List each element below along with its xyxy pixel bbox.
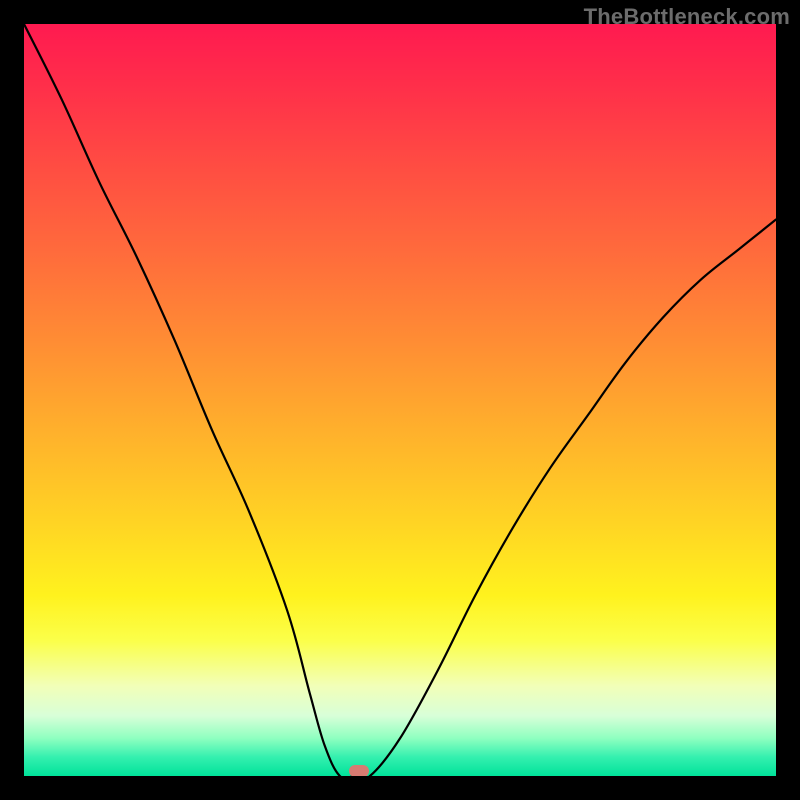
chart-frame: TheBottleneck.com — [0, 0, 800, 800]
bottleneck-curve — [24, 24, 776, 776]
optimum-marker — [349, 765, 369, 776]
plot-area — [24, 24, 776, 776]
watermark-text: TheBottleneck.com — [584, 4, 790, 30]
